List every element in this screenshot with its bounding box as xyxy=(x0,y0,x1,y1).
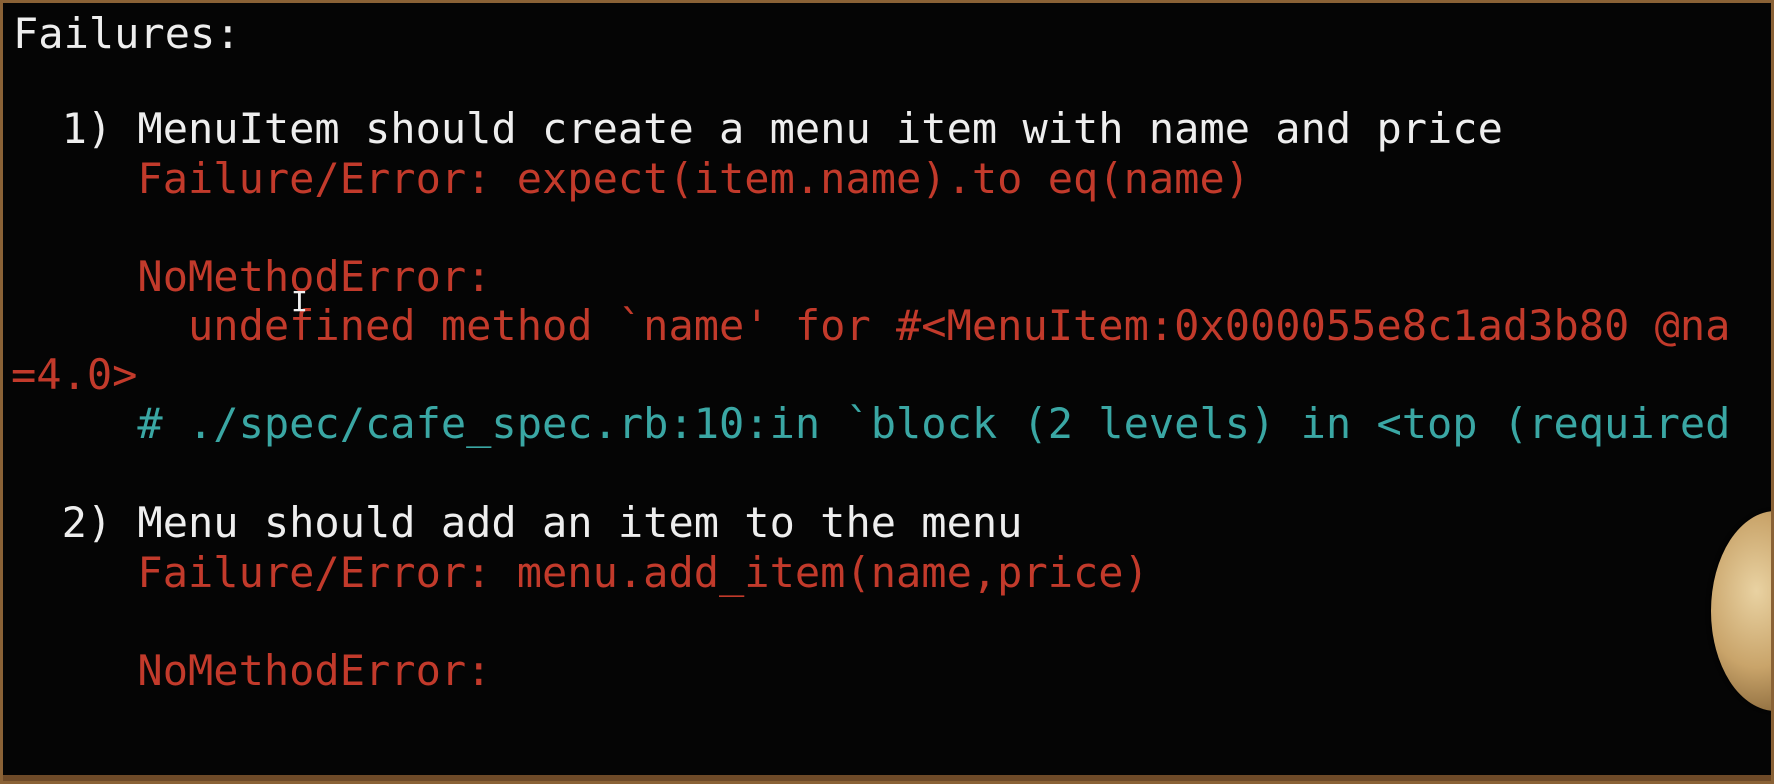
failure-2-error-line: Failure/Error: menu.add_item(name,price) xyxy=(11,548,1149,597)
text-cursor-icon: I xyxy=(291,285,308,318)
failure-1-error-line: Failure/Error: expect(item.name).to eq(n… xyxy=(11,154,1251,203)
frame-bottom-edge xyxy=(3,775,1771,781)
failure-1-error-class: NoMethodError: xyxy=(11,252,492,301)
failure-1-title: 1) MenuItem should create a menu item wi… xyxy=(11,104,1503,153)
terminal-output[interactable]: Failures: 1) MenuItem should create a me… xyxy=(3,3,1730,695)
failure-1-error-message-wrap: =4.0> xyxy=(11,350,138,399)
terminal-window[interactable]: Failures: 1) MenuItem should create a me… xyxy=(0,0,1774,784)
failure-2-error-class: NoMethodError: xyxy=(11,646,492,695)
failure-2-title: 2) Menu should add an item to the menu xyxy=(11,498,1023,547)
failure-1-backtrace: # ./spec/cafe_spec.rb:10:in `block (2 le… xyxy=(11,399,1731,448)
failures-heading: Failures: xyxy=(13,9,241,58)
background-decoration xyxy=(1711,511,1771,711)
failure-1-error-message: undefined method `name' for #<MenuItem:0… xyxy=(11,301,1731,350)
